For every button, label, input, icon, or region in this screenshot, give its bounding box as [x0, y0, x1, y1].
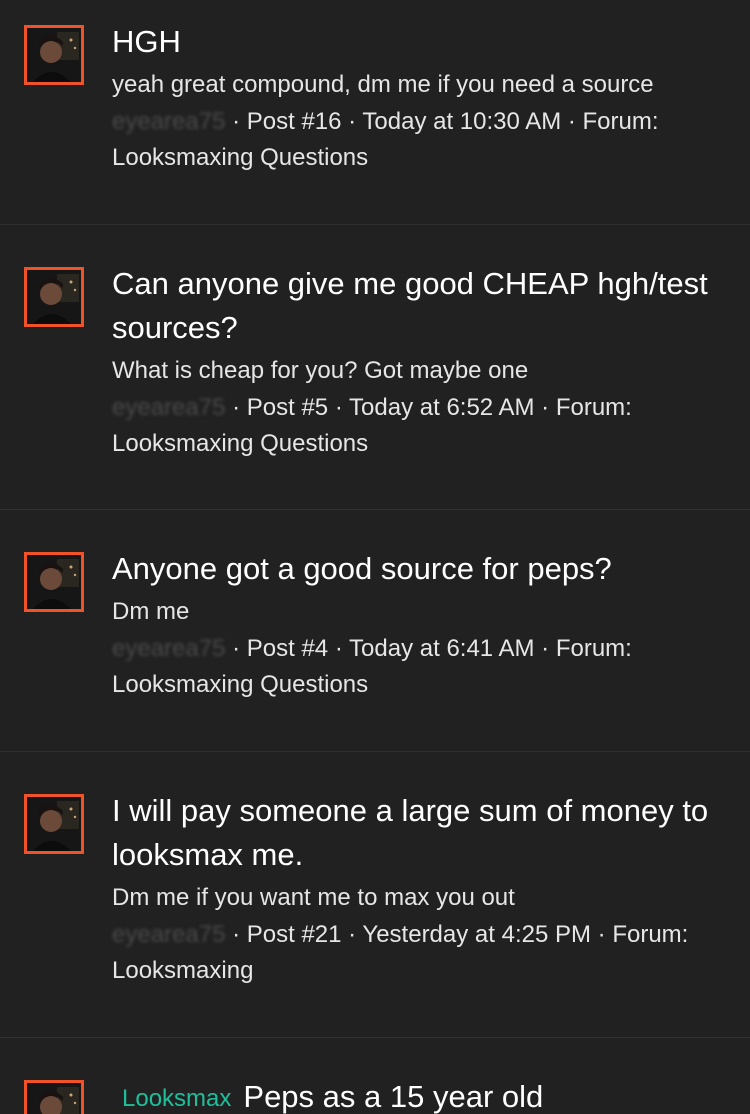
user-avatar-icon[interactable]: [24, 794, 84, 854]
result-post-info: · Post #21 · Yesterday at 4:25 PM ·: [225, 921, 613, 948]
result-forum[interactable]: Looksmaxing Questions: [112, 144, 368, 171]
result-username[interactable]: eyearea75: [112, 394, 225, 421]
result-post-info: · Post #16 · Today at 10:30 AM · Forum:: [225, 108, 659, 135]
thread-prefix-badge[interactable]: Looksmax: [122, 1085, 231, 1112]
result-meta: eyearea75 · Post #5 · Today at 6:52 AM ·…: [112, 390, 722, 462]
result-meta: eyearea75 · Post #4 · Today at 6:41 AM ·…: [112, 631, 722, 703]
search-results-list: HGH yeah great compound, dm me if you ne…: [0, 0, 750, 1114]
result-item[interactable]: I will pay someone a large sum of money …: [0, 752, 750, 1038]
result-username[interactable]: eyearea75: [112, 108, 225, 135]
result-title[interactable]: Anyone got a good source for peps?: [112, 547, 722, 591]
result-username[interactable]: eyearea75: [112, 921, 225, 948]
result-forum[interactable]: Looksmaxing Questions: [112, 671, 368, 698]
result-meta: eyearea75 · Post #21 · Yesterday at 4:25…: [112, 917, 722, 989]
result-snippet: Dm me if you want me to max you out: [112, 884, 515, 911]
user-avatar-icon[interactable]: [24, 267, 84, 327]
result-meta: eyearea75 · Post #16 · Today at 10:30 AM…: [112, 104, 722, 176]
result-item[interactable]: Can anyone give me good CHEAP hgh/test s…: [0, 225, 750, 510]
result-snippet: Dm me: [112, 598, 190, 625]
result-item[interactable]: Anyone got a good source for peps? Dm me…: [0, 510, 750, 752]
result-title[interactable]: I will pay someone a large sum of money …: [112, 789, 722, 877]
result-title[interactable]: Looksmax Peps as a 15 year old: [122, 1075, 732, 1114]
result-item[interactable]: HGH yeah great compound, dm me if you ne…: [0, 0, 750, 225]
result-username[interactable]: eyearea75: [112, 635, 225, 662]
result-snippet: yeah great compound, dm me if you need a…: [112, 71, 654, 98]
result-snippet: What is cheap for you? Got maybe one: [112, 357, 529, 384]
user-avatar-icon[interactable]: [24, 552, 84, 612]
result-title[interactable]: HGH: [112, 20, 722, 64]
user-avatar-icon[interactable]: [24, 25, 84, 85]
user-avatar-icon[interactable]: [24, 1080, 84, 1114]
result-title-text[interactable]: Peps as a 15 year old: [243, 1079, 543, 1114]
result-item[interactable]: Looksmax Peps as a 15 year old: [0, 1038, 750, 1114]
result-post-info: · Post #4 · Today at 6:41 AM · Forum:: [225, 635, 632, 662]
result-forum[interactable]: Looksmaxing Questions: [112, 430, 368, 457]
result-title[interactable]: Can anyone give me good CHEAP hgh/test s…: [112, 262, 722, 350]
result-post-info: · Post #5 · Today at 6:52 AM · Forum:: [225, 394, 632, 421]
